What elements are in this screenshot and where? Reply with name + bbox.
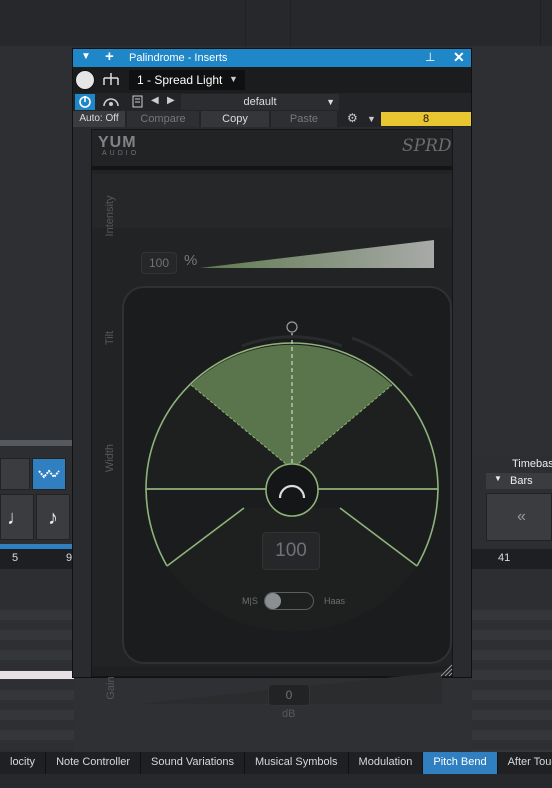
power-knob-icon[interactable] — [75, 70, 95, 90]
tab-musical-symbols[interactable]: Musical Symbols — [245, 752, 349, 774]
paste-button[interactable]: Paste — [271, 111, 337, 127]
width-value-field[interactable]: 100 — [262, 532, 320, 570]
auto-off-button[interactable]: Auto: Off — [73, 111, 125, 127]
daw-piano-editor-left: ♩ ♪ 5 9 — [0, 440, 74, 750]
controller-tabs: locity Note Controller Sound Variations … — [0, 752, 552, 774]
plugin-window: ▼ + Palindrome - Inserts ⊥ ✕ 1 - Spread … — [72, 48, 472, 720]
daw-left-panel — [0, 46, 72, 440]
next-preset-icon[interactable]: ▶ — [167, 95, 175, 106]
insert-row: 1 - Spread Light ▼ — [73, 67, 471, 93]
tab-modulation[interactable]: Modulation — [349, 752, 424, 774]
eighth-note-icon: ♪ — [48, 507, 58, 529]
eighth-note-button[interactable]: ♪ — [36, 494, 70, 540]
width-label: Width — [104, 443, 116, 473]
intensity-section — [92, 174, 452, 228]
tab-note-controller[interactable]: Note Controller — [46, 752, 142, 774]
tilt-label: Tilt — [104, 330, 116, 346]
sprd-logo: SPRD — [402, 136, 452, 156]
timebase-dropdown[interactable]: ▼ Bars — [486, 473, 552, 489]
collapse-arrow-icon[interactable]: ▼ — [81, 51, 91, 62]
intensity-unit: % — [184, 252, 198, 269]
chevron-down-icon: ▼ — [326, 97, 335, 107]
note-grid[interactable] — [472, 610, 552, 755]
ruler[interactable]: 41 — [472, 549, 552, 569]
timebase-value: Bars — [510, 475, 533, 487]
brand-top: YUM — [98, 134, 137, 151]
tab-velocity[interactable]: locity — [0, 752, 47, 774]
ruler-label: 5 — [12, 552, 19, 564]
status-strip — [0, 774, 552, 788]
grid-line — [540, 0, 541, 46]
preset-row: ◀ ▶ default ▼ — [73, 93, 471, 111]
pitch-bend-tool-button[interactable] — [32, 458, 66, 490]
tab-pitch-bend[interactable]: Pitch Bend — [423, 752, 498, 774]
chevron-down-icon: ▼ — [229, 74, 238, 84]
quarter-note-icon: ♩ — [7, 507, 27, 529]
intensity-value-field[interactable]: 100 — [141, 252, 177, 274]
dropdown-arrow-icon: ▼ — [494, 474, 502, 483]
double-chevron-left-icon: « — [517, 508, 526, 525]
note-grid[interactable] — [0, 610, 74, 750]
bypass-button[interactable] — [75, 94, 95, 110]
resize-handle-icon[interactable] — [439, 663, 453, 677]
insert-slot-dropdown[interactable]: 1 - Spread Light ▼ — [129, 70, 245, 90]
ruler[interactable]: 5 9 — [0, 549, 74, 569]
scroll-back-button[interactable]: « — [486, 493, 552, 541]
toggle-knob — [265, 593, 281, 609]
intensity-label: Intensity — [104, 195, 116, 237]
routing-icon[interactable] — [101, 72, 121, 88]
ruler-label: 41 — [498, 552, 511, 564]
plugin-gui: YUM AUDIO SPRD Intensity 100 % Tilt Widt… — [91, 129, 453, 720]
tab-after-touch[interactable]: After Touch — [498, 752, 552, 774]
gain-value-field[interactable]: 0 — [268, 684, 310, 706]
slot-number-badge: 8 — [381, 112, 471, 126]
pin-icon[interactable]: ⊥ — [425, 50, 435, 64]
grid-line — [245, 0, 246, 46]
header-divider — [92, 166, 452, 170]
note-region[interactable] — [0, 671, 74, 679]
tab-sound-variations[interactable]: Sound Variations — [141, 752, 246, 774]
brand-bottom: AUDIO — [102, 150, 140, 157]
close-icon[interactable]: ✕ — [453, 49, 465, 66]
insert-slot-label: 1 - Spread Light — [137, 73, 223, 87]
tool-button[interactable] — [0, 458, 30, 490]
automation-icon[interactable] — [101, 94, 121, 110]
compare-button[interactable]: Compare — [127, 111, 199, 127]
gain-unit: dB — [282, 708, 296, 720]
grid-line — [290, 0, 291, 46]
compare-row: Auto: Off Compare Copy Paste ⚙ ▼ 8 — [73, 111, 471, 127]
mode-haas-label: Haas — [324, 596, 346, 606]
chevron-down-icon[interactable]: ▼ — [367, 114, 376, 124]
gain-label: Gain — [105, 676, 117, 700]
preset-list-icon[interactable] — [131, 95, 145, 109]
preset-dropdown[interactable]: default ▼ — [181, 94, 339, 110]
prev-preset-icon[interactable]: ◀ — [151, 95, 159, 106]
intensity-slider[interactable] — [200, 238, 436, 270]
copy-button[interactable]: Copy — [201, 111, 269, 127]
gear-icon[interactable]: ⚙ — [347, 111, 358, 125]
yum-audio-logo: YUM AUDIO — [98, 134, 158, 162]
daw-editor-right: Timebas ▼ Bars « 41 — [472, 455, 552, 755]
quarter-note-button[interactable]: ♩ — [0, 494, 34, 540]
window-title: Palindrome - Inserts — [129, 52, 228, 64]
add-icon[interactable]: + — [105, 48, 114, 65]
daw-top-area — [0, 0, 552, 46]
timebase-label: Timebas — [512, 458, 552, 470]
window-titlebar[interactable]: ▼ + Palindrome - Inserts ⊥ ✕ — [73, 48, 471, 67]
daw-right-panel — [472, 46, 552, 455]
mode-toggle[interactable] — [264, 592, 314, 610]
mode-ms-label: M|S — [242, 596, 258, 606]
preset-name: default — [243, 96, 277, 108]
divider — [0, 440, 74, 446]
